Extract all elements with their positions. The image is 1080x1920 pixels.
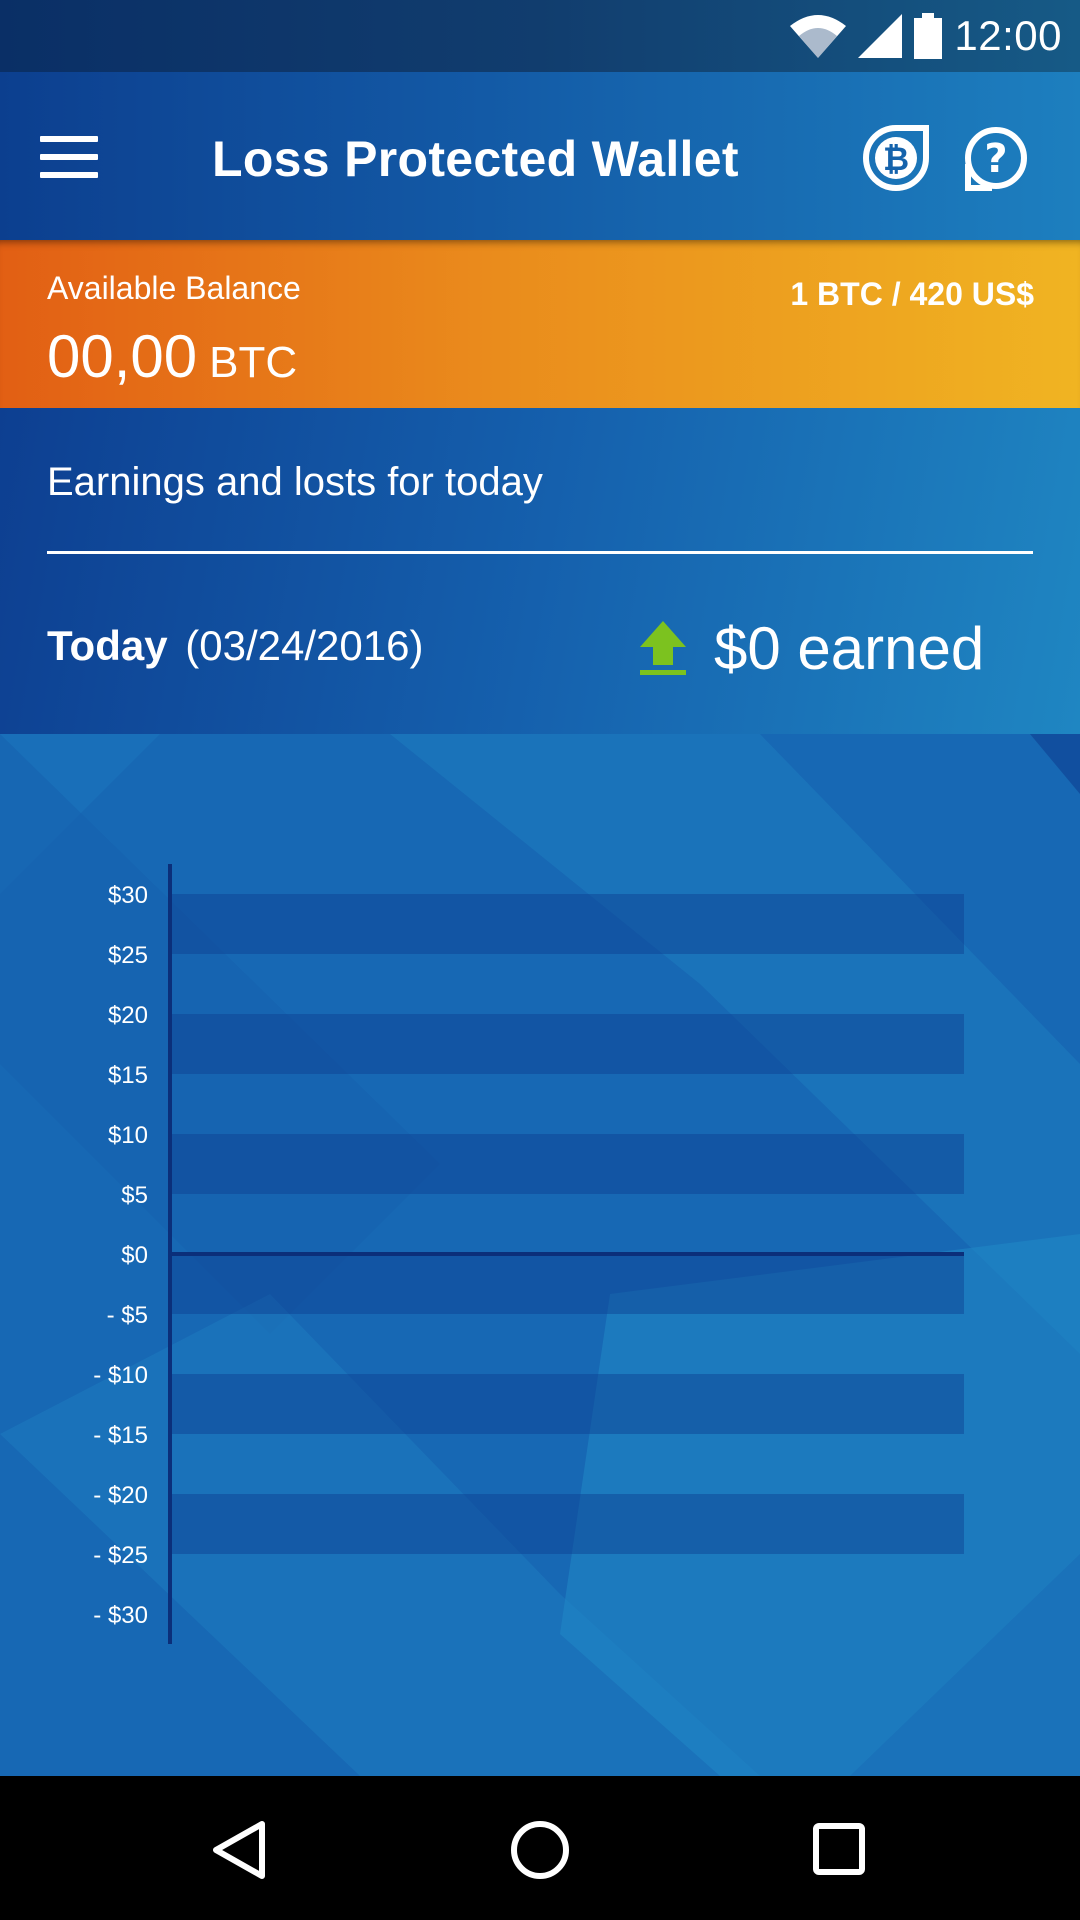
balance-unit: BTC [209, 338, 298, 387]
balance-amount: 00,00 [47, 323, 198, 390]
balance-label: Available Balance [47, 270, 301, 306]
y-tick-label: $0 [121, 1242, 148, 1269]
y-tick-label: $5 [121, 1182, 148, 1209]
balance-value: 00,00 BTC [47, 322, 297, 391]
hamburger-menu-icon[interactable] [40, 122, 130, 192]
recents-square-icon[interactable] [800, 1810, 880, 1890]
y-tick-label: - $25 [93, 1542, 148, 1569]
help-icon[interactable]: ? [962, 124, 1030, 192]
chart-band [172, 1494, 964, 1554]
page-title: Loss Protected Wallet [212, 131, 739, 187]
earned-amount: $0 earned [714, 614, 985, 682]
system-nav-bar [0, 1776, 1080, 1920]
chart-band [172, 1014, 964, 1074]
app-screen: 12:00 Loss Protected Wallet ₿ ? Availabl… [0, 0, 1080, 1920]
y-tick-label: - $30 [93, 1602, 148, 1629]
y-tick-label: $25 [108, 942, 148, 969]
earnings-section: Earnings and losts for today Today (03/2… [0, 408, 1080, 734]
y-tick-label: - $10 [93, 1362, 148, 1389]
y-tick-label: $15 [108, 1062, 148, 1089]
wifi-icon [790, 15, 847, 58]
today-date: (03/24/2016) [185, 622, 424, 669]
chart-band [172, 894, 964, 954]
y-tick-label: - $15 [93, 1422, 148, 1449]
status-time: 12:00 [954, 12, 1062, 59]
today-row: Today (03/24/2016) [47, 622, 423, 670]
exchange-rate: 1 BTC / 420 US$ [790, 276, 1034, 312]
y-tick-label: - $20 [93, 1482, 148, 1509]
home-circle-icon[interactable] [500, 1810, 580, 1890]
balance-panel: Available Balance 00,00 BTC 1 BTC / 420 U… [0, 240, 1080, 408]
earned-summary: $0 earned [640, 608, 984, 688]
earnings-chart: $30 $25 $20 $15 $10 $5 $0 - $5 - $10 - $15 - $20 - … [93, 864, 964, 1644]
y-tick-label: - $5 [107, 1302, 148, 1329]
y-tick-label: $30 [108, 882, 148, 909]
chart-band [172, 1374, 964, 1434]
y-tick-label: $20 [108, 1002, 148, 1029]
earnings-heading: Earnings and losts for today [47, 460, 543, 504]
today-label: Today [47, 622, 168, 669]
earnings-chart-area: $30 $25 $20 $15 $10 $5 $0 - $5 - $10 - $15 - $20 - … [0, 734, 1080, 1776]
chart-band [172, 1134, 964, 1194]
svg-text:?: ? [984, 136, 1007, 182]
upload-arrow-icon [640, 621, 686, 675]
back-triangle-icon[interactable] [200, 1810, 280, 1890]
chart-band [172, 1254, 964, 1314]
status-bar: 12:00 [0, 0, 1080, 72]
app-header: Loss Protected Wallet ₿ ? [0, 72, 1080, 240]
y-tick-label: $10 [108, 1122, 148, 1149]
bitcoin-icon[interactable]: ₿ [862, 124, 930, 192]
svg-text:₿: ₿ [883, 140, 909, 178]
signal-icon [858, 14, 903, 58]
divider [47, 551, 1033, 554]
status-icons: 12:00 [790, 0, 1080, 72]
battery-icon [914, 13, 943, 59]
